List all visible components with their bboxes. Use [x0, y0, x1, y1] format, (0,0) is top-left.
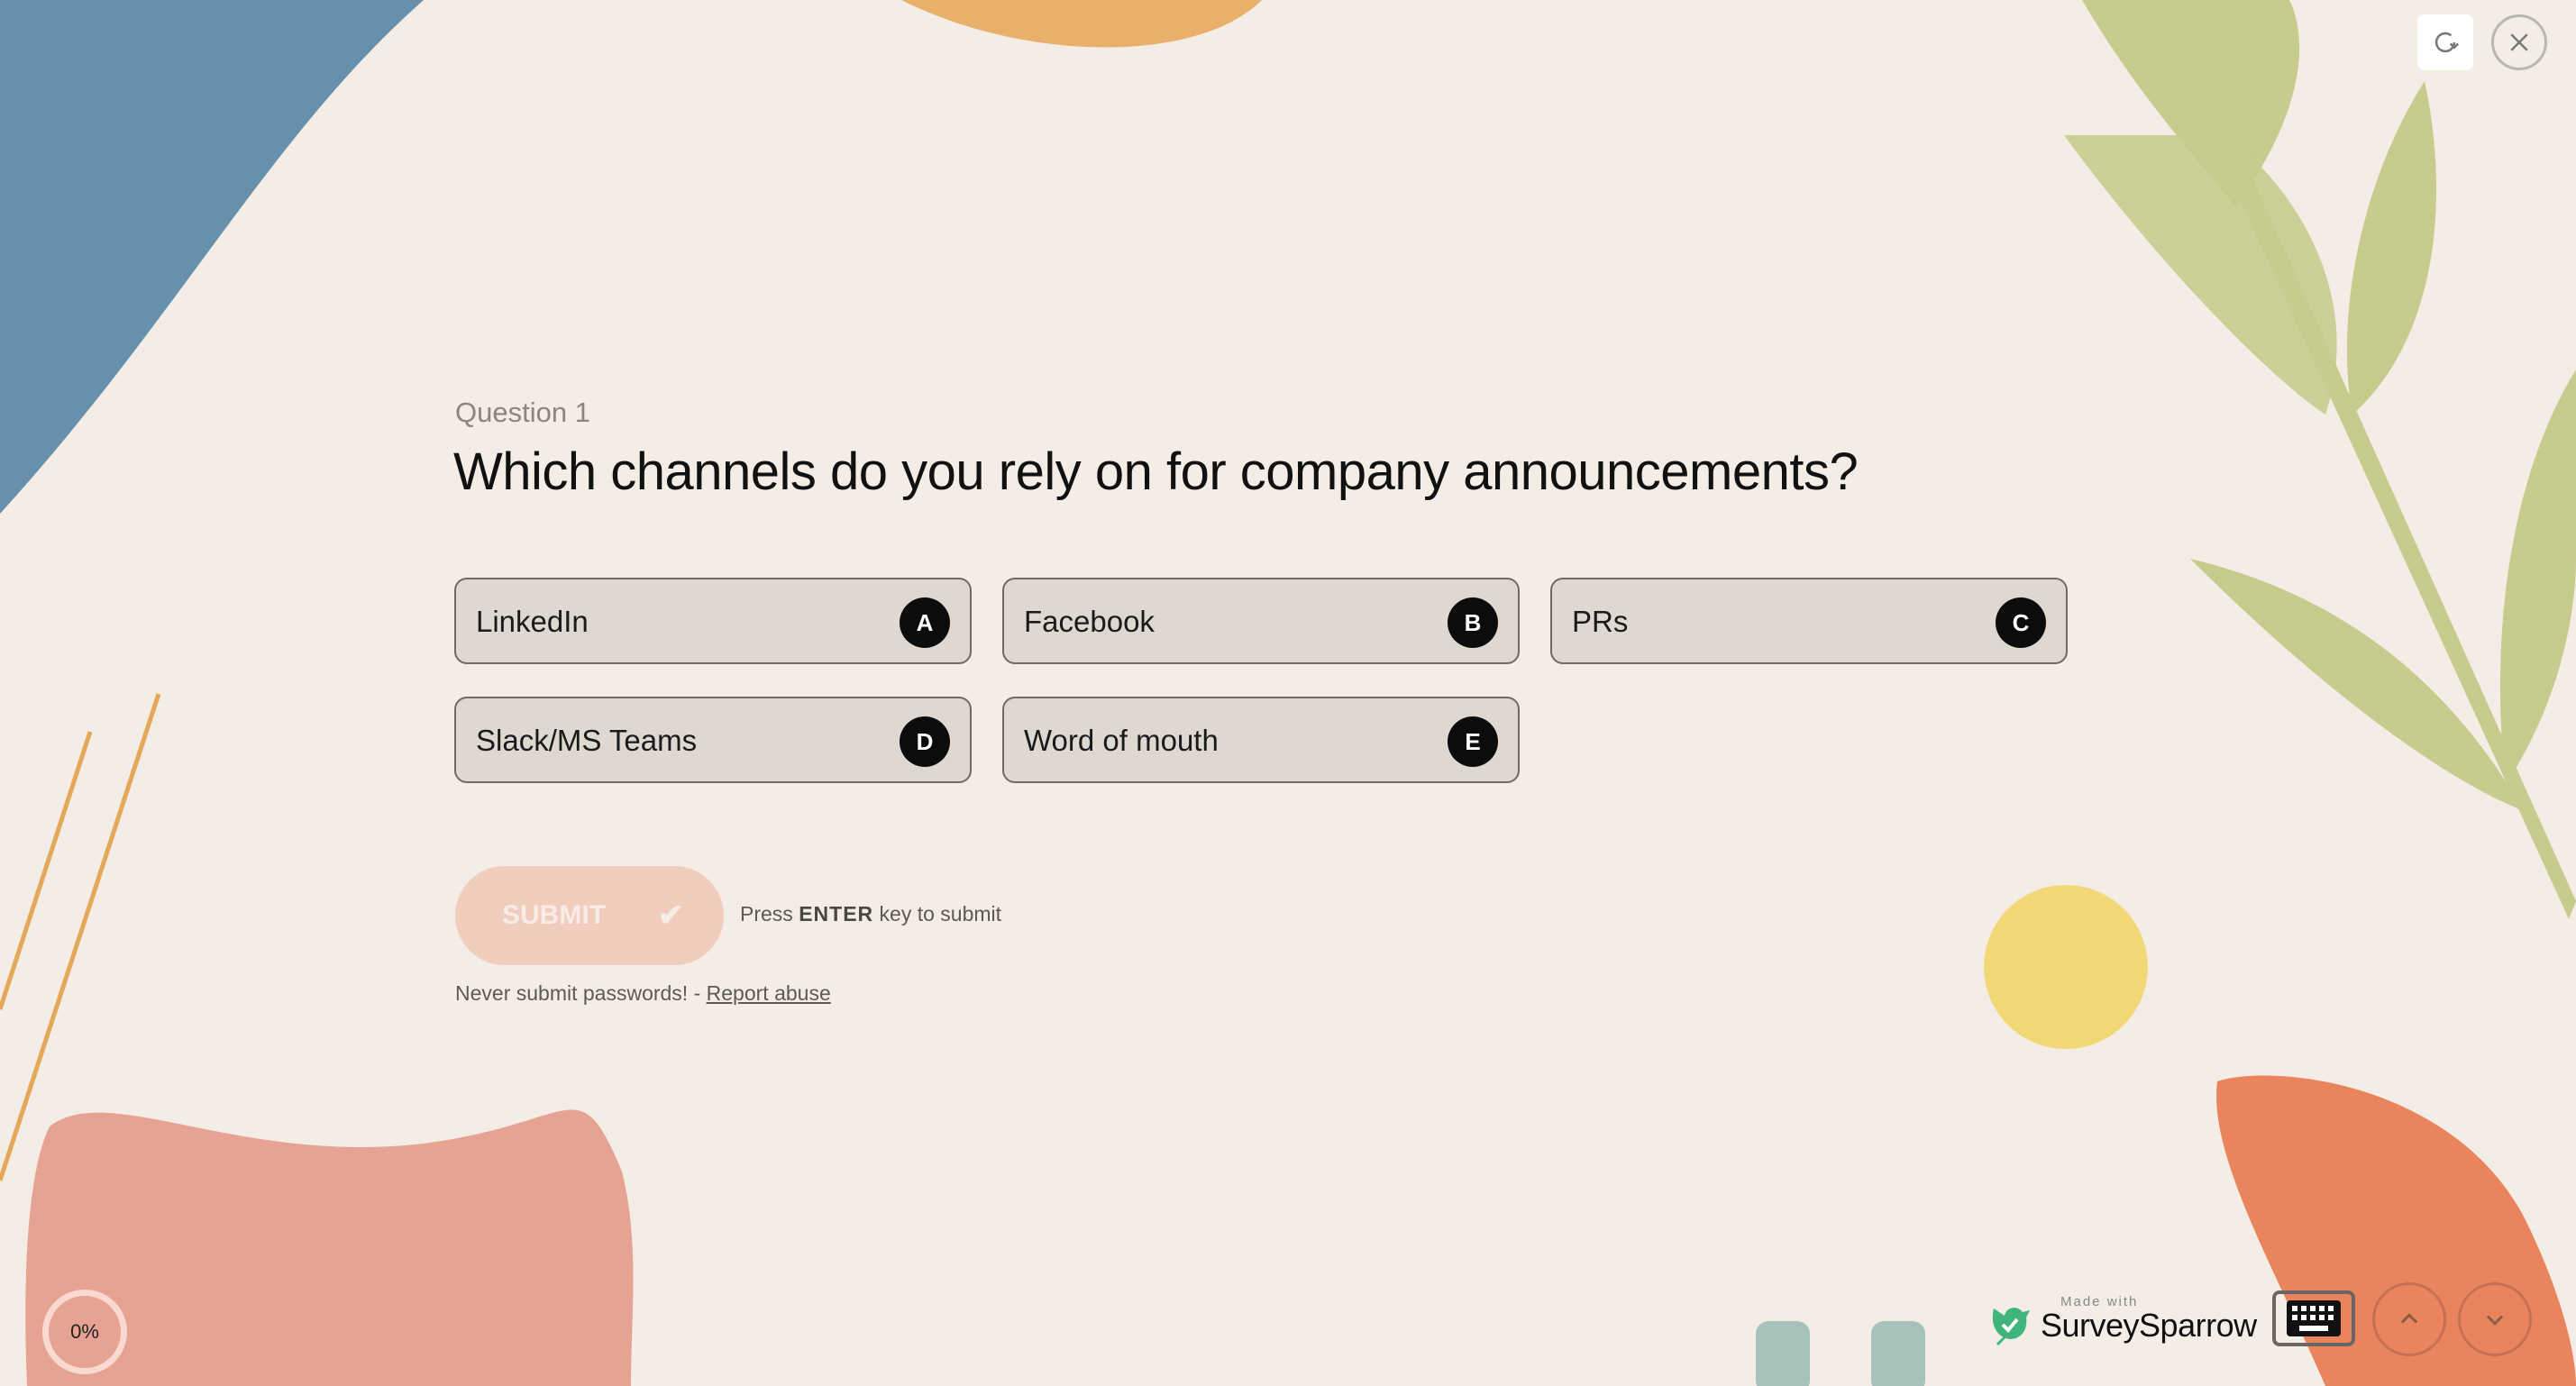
- warning-text: Never submit passwords! -: [455, 981, 707, 1005]
- background-decorations: [0, 0, 2576, 1386]
- refresh-icon: [2434, 32, 2460, 53]
- teal-shapes: [1756, 1321, 1925, 1386]
- sparrow-logo-icon: [1992, 1308, 2030, 1346]
- option-label: LinkedIn: [476, 605, 589, 638]
- password-warning: Never submit passwords! - Report abuse: [455, 981, 831, 1006]
- progress-indicator: 0%: [42, 1290, 127, 1374]
- question-number: Question 1: [455, 397, 590, 428]
- option-key-badge: A: [900, 597, 950, 648]
- surveysparrow-branding[interactable]: Made with SurveySparrow: [1988, 1294, 2257, 1352]
- next-question-button[interactable]: [2458, 1282, 2532, 1356]
- option-label: Slack/MS Teams: [476, 724, 698, 757]
- report-abuse-link[interactable]: Report abuse: [707, 981, 831, 1005]
- option-label: PRs: [1572, 605, 1629, 638]
- brand-name: SurveySparrow: [2041, 1307, 2257, 1344]
- option-key-badge: C: [1996, 597, 2046, 648]
- hint-key: ENTER: [799, 902, 874, 926]
- enter-hint: Press ENTER key to submit: [740, 902, 1001, 926]
- check-icon: ✔: [658, 898, 684, 933]
- refresh-button[interactable]: [2417, 14, 2473, 70]
- submit-label: SUBMIT: [502, 900, 606, 930]
- close-icon: [2510, 33, 2528, 51]
- option-linkedin[interactable]: LinkedIn A: [454, 578, 972, 664]
- option-label: Word of mouth: [1024, 724, 1219, 757]
- option-slack-ms-teams[interactable]: Slack/MS Teams D: [454, 697, 972, 783]
- chevron-up-icon: [2400, 1313, 2418, 1324]
- submit-button[interactable]: SUBMIT ✔: [455, 866, 724, 965]
- orange-top-shape: [901, 0, 1262, 48]
- option-key-badge: B: [1448, 597, 1498, 648]
- yellow-circle: [1984, 885, 2148, 1049]
- option-key-badge: E: [1448, 716, 1498, 767]
- hint-suffix: key to submit: [873, 902, 1002, 926]
- blue-shape: [0, 0, 424, 514]
- close-button[interactable]: [2491, 14, 2547, 70]
- keyboard-icon: [2287, 1300, 2341, 1336]
- option-facebook[interactable]: Facebook B: [1002, 578, 1520, 664]
- previous-question-button[interactable]: [2372, 1282, 2446, 1356]
- option-prs[interactable]: PRs C: [1550, 578, 2068, 664]
- chevron-down-icon: [2486, 1315, 2504, 1326]
- green-leaves: [2064, 0, 2576, 919]
- option-label: Facebook: [1024, 605, 1155, 638]
- option-key-badge: D: [900, 716, 950, 767]
- keyboard-shortcuts-button[interactable]: [2272, 1290, 2355, 1346]
- question-title: Which channels do you rely on for compan…: [453, 442, 1859, 501]
- hint-prefix: Press: [740, 902, 799, 926]
- option-word-of-mouth[interactable]: Word of mouth E: [1002, 697, 1520, 783]
- orange-lines: [0, 693, 161, 1181]
